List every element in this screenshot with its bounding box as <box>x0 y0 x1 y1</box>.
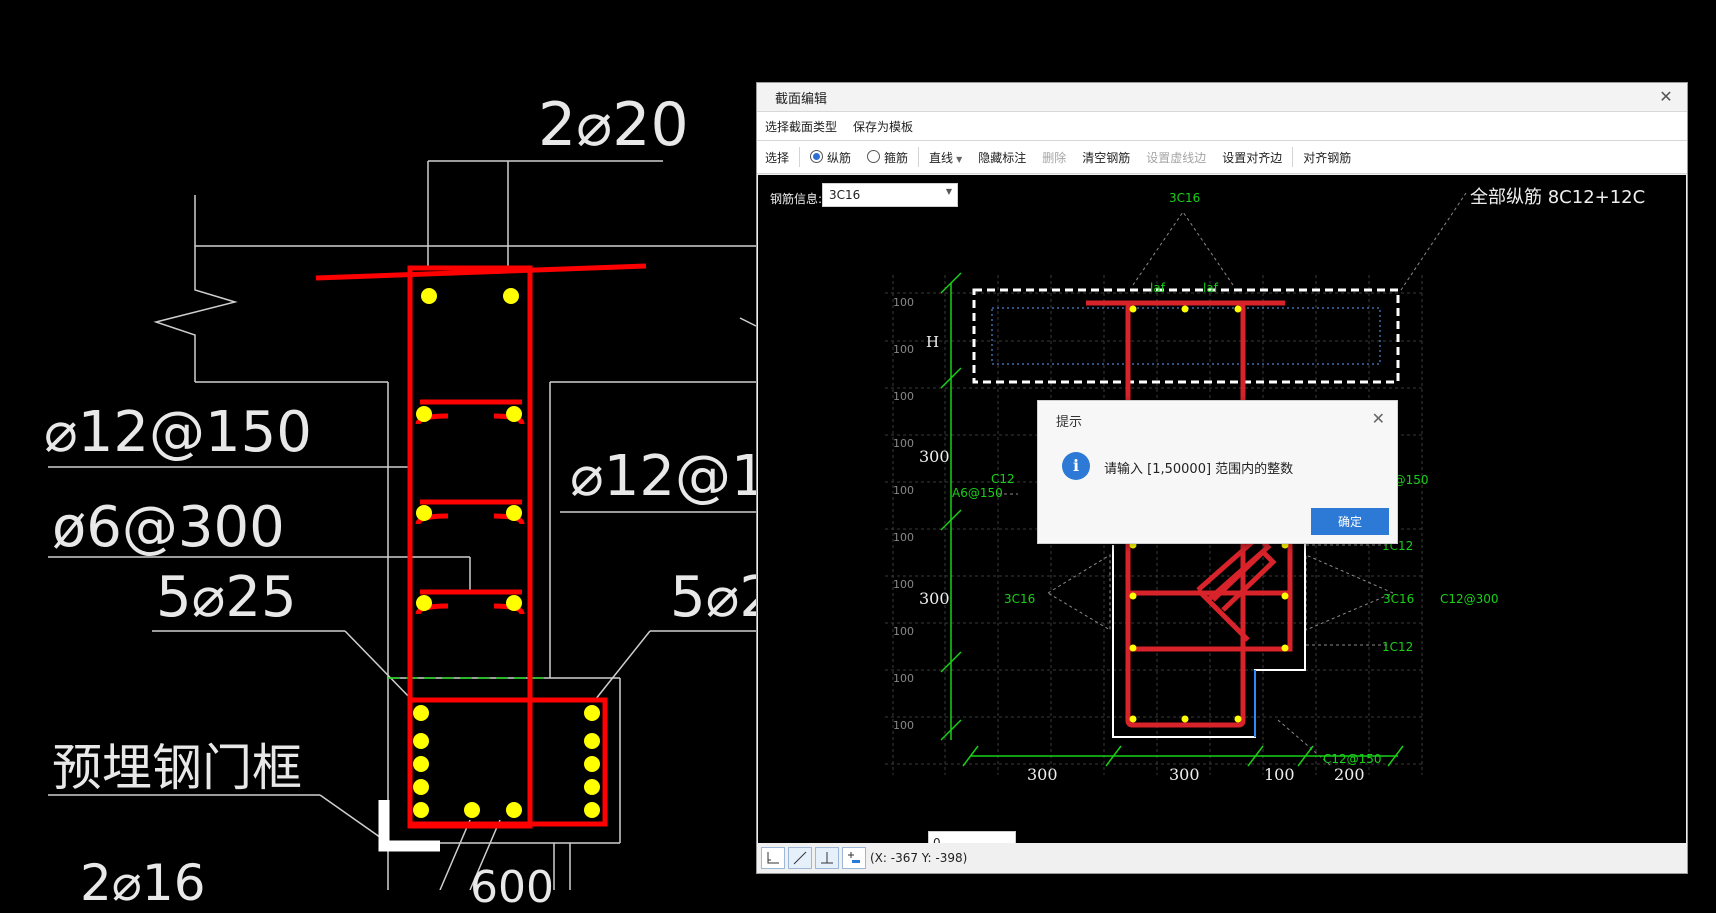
all-longitudinal-label: 全部纵筋 8C12+12C <box>1470 187 1646 208</box>
cad-label-tie: ø6@300 <box>52 495 285 560</box>
cad-label-left-bars: 5⌀25 <box>156 565 297 630</box>
status-bar: (X: -367 Y: -398) <box>758 843 1686 872</box>
longitudinal-radio[interactable]: 纵筋 <box>810 149 851 166</box>
row-dim-label: 100 <box>893 625 914 638</box>
radio-unchecked-icon <box>867 149 881 163</box>
window-title: 截面编辑 <box>775 91 828 107</box>
dialog-message: 请输入 [1,50000] 范围内的整数 <box>1104 462 1294 477</box>
chevron-down-icon: ▼ <box>956 154 963 164</box>
line-label: 直线 <box>929 150 954 165</box>
set-align-edge-button[interactable]: 设置对齐边 <box>1222 149 1282 166</box>
toolbar: 选择 纵筋 箍筋 直线 ▼ 隐藏标注 删除 清空钢筋 设置虚线边 设置对齐边 对齐… <box>757 141 1687 174</box>
row-dim-label: 100 <box>893 531 914 544</box>
toolbar-separator <box>918 147 920 167</box>
ortho-icon <box>767 851 779 863</box>
row-dim-label: 100 <box>893 390 914 403</box>
row-dim-label: 100 <box>893 437 914 450</box>
cad-label-bottom-dim: 600 <box>470 862 554 913</box>
menu-bar: 选择截面类型 保存为模板 <box>757 112 1687 141</box>
bottom-dim-label: 200 <box>1334 765 1365 784</box>
set-dashed-edge-button[interactable]: 设置虚线边 <box>1146 149 1206 166</box>
window-titlebar[interactable]: 截面编辑 ✕ <box>757 83 1687 112</box>
rebar-info-value: 3C16 <box>829 188 861 202</box>
rebar-info-label: 钢筋信息: <box>770 192 823 206</box>
stirrup-radio[interactable]: 箍筋 <box>867 149 908 166</box>
row-dim-label: 100 <box>893 296 914 309</box>
stirrup-label: 箍筋 <box>884 150 909 165</box>
bottom-c12-150-label: C12@150 <box>1323 752 1382 766</box>
row-dim-label: 100 <box>893 578 914 591</box>
row-dim-label: 100 <box>893 484 914 497</box>
cad-label-top-bar: 2⌀20 <box>538 90 689 160</box>
cad-label-left-stirrup: ⌀12@150 <box>44 400 312 465</box>
left-dim-300-lower: 300 <box>919 589 950 608</box>
perpendicular-icon <box>821 851 833 863</box>
stirrup-a6-label: A6@150 <box>952 486 1003 500</box>
right-3c16-label: 3C16 <box>1383 592 1415 606</box>
line-mode-button[interactable] <box>788 846 812 869</box>
laf-label-1: laf <box>1150 281 1165 295</box>
laf-label-2: laf <box>1203 281 1218 295</box>
diagonal-line-icon <box>793 851 807 864</box>
c12-300-label: C12@300 <box>1440 592 1499 606</box>
orthogonal-mode-button[interactable] <box>761 846 785 869</box>
ok-button[interactable]: 确定 <box>1311 508 1389 535</box>
select-tool[interactable]: 选择 <box>765 149 789 166</box>
cad-label-bottom-bars: 2⌀16 <box>80 854 206 912</box>
longitudinal-label: 纵筋 <box>827 150 852 165</box>
left-dim-300-upper: 300 <box>919 447 950 466</box>
chevron-down-icon: ▼ <box>945 187 952 196</box>
right-1c12-bottom-label: 1C12 <box>1382 640 1414 654</box>
info-icon: i <box>1062 452 1090 480</box>
radio-checked-icon <box>810 149 824 163</box>
line-dropdown[interactable]: 直线 ▼ <box>929 149 962 166</box>
close-icon[interactable]: ✕ <box>1372 409 1385 428</box>
c12-partial-label: C12 <box>991 472 1015 486</box>
rebar-info-select[interactable]: 3C16 ▼ <box>822 183 958 207</box>
menu-save-as-template[interactable]: 保存为模板 <box>853 118 913 135</box>
toolbar-separator <box>1292 147 1294 167</box>
toolbar-separator <box>799 147 801 167</box>
menu-select-section-type[interactable]: 选择截面类型 <box>765 118 837 135</box>
delete-button[interactable]: 删除 <box>1042 149 1066 166</box>
top-3c16-label: 3C16 <box>1169 191 1201 205</box>
snap-button[interactable] <box>842 846 866 869</box>
bottom-dim-label: 300 <box>1027 765 1058 784</box>
left-3c16-label: 3C16 <box>1004 592 1036 606</box>
dialog-title: 提示 <box>1056 415 1083 430</box>
hide-annotation-button[interactable]: 隐藏标注 <box>978 149 1026 166</box>
row-dim-label: 100 <box>893 672 914 685</box>
cad-label-embedded-frame: 预埋钢门框 <box>52 739 302 797</box>
bottom-dim-label: 100 <box>1264 765 1295 784</box>
cursor-coordinates: (X: -367 Y: -398) <box>870 850 968 865</box>
message-dialog: 提示 ✕ i 请输入 [1,50000] 范围内的整数 确定 <box>1037 400 1398 544</box>
close-icon[interactable]: ✕ <box>1657 88 1675 106</box>
snap-icon <box>848 851 860 863</box>
align-rebar-button[interactable]: 对齐钢筋 <box>1303 149 1351 166</box>
row-dim-label: 100 <box>893 719 914 732</box>
clear-rebar-button[interactable]: 清空钢筋 <box>1082 149 1130 166</box>
bottom-dim-label: 300 <box>1169 765 1200 784</box>
perpendicular-button[interactable] <box>815 846 839 869</box>
h-label: H <box>926 333 940 351</box>
row-dim-label: 100 <box>893 343 914 356</box>
